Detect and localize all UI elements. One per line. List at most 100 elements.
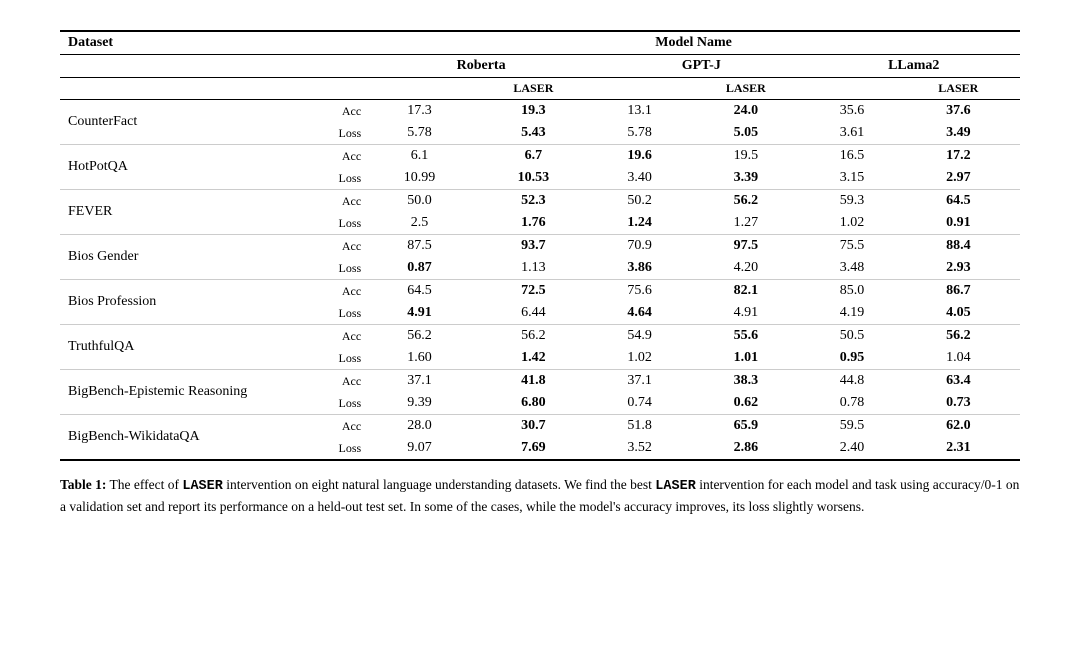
loss-value: 4.20 <box>684 257 807 280</box>
acc-value: 82.1 <box>684 280 807 303</box>
table-row: TruthfulQAAcc56.256.254.955.650.556.2 <box>60 325 1020 348</box>
loss-value: 1.60 <box>367 347 472 370</box>
loss-value: 5.78 <box>595 122 684 145</box>
acc-value: 19.5 <box>684 145 807 168</box>
acc-value: 28.0 <box>367 415 472 438</box>
metric-label-acc: Acc <box>329 280 367 303</box>
loss-value: 3.40 <box>595 167 684 190</box>
loss-value: 0.62 <box>684 392 807 415</box>
acc-value: 56.2 <box>684 190 807 213</box>
metric-label-acc: Acc <box>329 415 367 438</box>
acc-value: 85.0 <box>807 280 896 303</box>
loss-value: 3.61 <box>807 122 896 145</box>
loss-value: 9.07 <box>367 437 472 460</box>
acc-value: 6.1 <box>367 145 472 168</box>
acc-value: 52.3 <box>472 190 595 213</box>
acc-value: 88.4 <box>897 235 1020 258</box>
dataset-name-cell: Bios Profession <box>60 280 329 325</box>
table-row: HotPotQAAcc6.16.719.619.516.517.2 <box>60 145 1020 168</box>
acc-value: 75.5 <box>807 235 896 258</box>
loss-value: 5.05 <box>684 122 807 145</box>
loss-value: 6.80 <box>472 392 595 415</box>
loss-value: 2.40 <box>807 437 896 460</box>
loss-value: 5.78 <box>367 122 472 145</box>
acc-value: 59.3 <box>807 190 896 213</box>
gptj-laser-header: LASER <box>684 78 807 100</box>
table-row: Bios GenderAcc87.593.770.997.575.588.4 <box>60 235 1020 258</box>
loss-value: 1.27 <box>684 212 807 235</box>
metric-label-loss: Loss <box>329 212 367 235</box>
acc-value: 38.3 <box>684 370 807 393</box>
results-table: Dataset Model Name Roberta GPT-J LLama2 … <box>60 30 1020 461</box>
loss-value: 1.02 <box>595 347 684 370</box>
loss-value: 3.86 <box>595 257 684 280</box>
table-header-row2: Roberta GPT-J LLama2 <box>60 55 1020 78</box>
metric-label-acc: Acc <box>329 235 367 258</box>
dataset-name-cell: CounterFact <box>60 100 329 145</box>
roberta-base-header <box>367 78 472 100</box>
dataset-header-empty2 <box>60 78 329 100</box>
loss-value: 0.87 <box>367 257 472 280</box>
acc-value: 54.9 <box>595 325 684 348</box>
metric-label-loss: Loss <box>329 257 367 280</box>
dataset-name-cell: Bios Gender <box>60 235 329 280</box>
loss-value: 0.73 <box>897 392 1020 415</box>
model-name-header: Model Name <box>367 31 1020 55</box>
dataset-header-empty <box>60 55 329 78</box>
roberta-laser-header: LASER <box>472 78 595 100</box>
acc-value: 50.2 <box>595 190 684 213</box>
acc-value: 62.0 <box>897 415 1020 438</box>
dataset-name-cell: HotPotQA <box>60 145 329 190</box>
loss-value: 4.19 <box>807 302 896 325</box>
table-row: BigBench-WikidataQAAcc28.030.751.865.959… <box>60 415 1020 438</box>
table-row: CounterFactAcc17.319.313.124.035.637.6 <box>60 100 1020 123</box>
acc-value: 55.6 <box>684 325 807 348</box>
acc-value: 19.6 <box>595 145 684 168</box>
loss-value: 4.91 <box>684 302 807 325</box>
acc-value: 86.7 <box>897 280 1020 303</box>
loss-value: 1.04 <box>897 347 1020 370</box>
loss-value: 0.78 <box>807 392 896 415</box>
loss-value: 2.93 <box>897 257 1020 280</box>
loss-value: 4.05 <box>897 302 1020 325</box>
dataset-header: Dataset <box>60 31 329 55</box>
laser-mention-2: LASER <box>655 479 696 494</box>
loss-value: 3.49 <box>897 122 1020 145</box>
acc-value: 50.5 <box>807 325 896 348</box>
loss-value: 1.76 <box>472 212 595 235</box>
dataset-name-cell: BigBench-WikidataQA <box>60 415 329 461</box>
acc-value: 13.1 <box>595 100 684 123</box>
metric-label-loss: Loss <box>329 347 367 370</box>
acc-value: 63.4 <box>897 370 1020 393</box>
acc-value: 24.0 <box>684 100 807 123</box>
loss-value: 7.69 <box>472 437 595 460</box>
loss-value: 4.64 <box>595 302 684 325</box>
acc-value: 44.8 <box>807 370 896 393</box>
loss-value: 1.24 <box>595 212 684 235</box>
loss-value: 0.95 <box>807 347 896 370</box>
laser-mention-1: LASER <box>182 479 223 494</box>
acc-value: 64.5 <box>897 190 1020 213</box>
main-container: Dataset Model Name Roberta GPT-J LLama2 … <box>60 30 1020 518</box>
loss-value: 6.44 <box>472 302 595 325</box>
acc-value: 75.6 <box>595 280 684 303</box>
acc-value: 70.9 <box>595 235 684 258</box>
acc-value: 56.2 <box>897 325 1020 348</box>
acc-value: 56.2 <box>367 325 472 348</box>
metric-label-acc: Acc <box>329 100 367 123</box>
loss-value: 5.43 <box>472 122 595 145</box>
loss-value: 1.13 <box>472 257 595 280</box>
acc-value: 50.0 <box>367 190 472 213</box>
table-header-row1: Dataset Model Name <box>60 31 1020 55</box>
loss-value: 9.39 <box>367 392 472 415</box>
acc-value: 59.5 <box>807 415 896 438</box>
loss-value: 3.48 <box>807 257 896 280</box>
acc-value: 17.2 <box>897 145 1020 168</box>
loss-value: 4.91 <box>367 302 472 325</box>
caption-label: Table 1: <box>60 477 106 492</box>
loss-value: 2.31 <box>897 437 1020 460</box>
table-row: FEVERAcc50.052.350.256.259.364.5 <box>60 190 1020 213</box>
loss-value: 1.42 <box>472 347 595 370</box>
metric-label-loss: Loss <box>329 392 367 415</box>
gptj-header: GPT-J <box>595 55 807 78</box>
